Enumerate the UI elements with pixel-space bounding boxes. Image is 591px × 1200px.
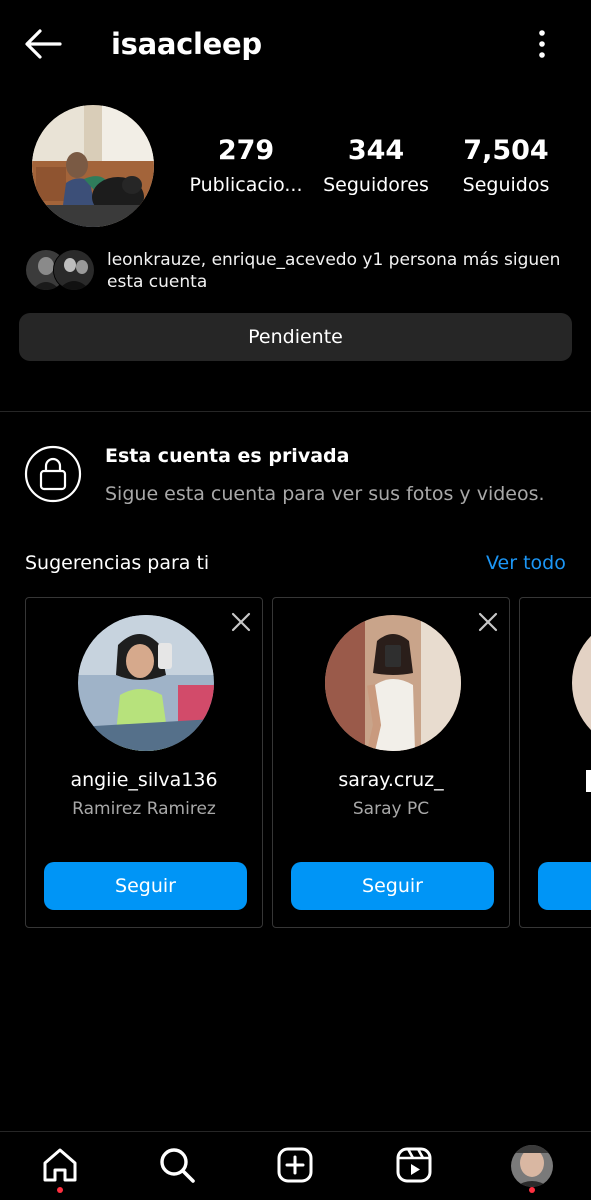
create-post-icon[interactable] xyxy=(275,1145,315,1185)
suggestion-username-partial xyxy=(586,770,591,792)
posts-count: 279 xyxy=(217,135,275,166)
posts-label: Publicacio... xyxy=(189,174,303,196)
lock-icon xyxy=(24,445,82,503)
dismiss-suggestion-icon[interactable] xyxy=(474,608,502,636)
mutual-followers-avatars[interactable] xyxy=(25,249,97,291)
suggestion-fullname: Ramirez Ramirez xyxy=(72,799,216,819)
following-label: Seguidos xyxy=(462,174,550,196)
suggestion-avatar[interactable] xyxy=(572,615,591,751)
profile-avatar[interactable] xyxy=(32,105,154,227)
follow-button[interactable]: Seguir xyxy=(44,862,247,910)
home-notification-dot xyxy=(57,1187,63,1193)
profile-tab-avatar[interactable] xyxy=(511,1145,553,1187)
followers-stat[interactable]: 344 Seguidores xyxy=(316,132,436,200)
following-stat[interactable]: 7,504 Seguidos xyxy=(446,132,566,200)
following-count: 7,504 xyxy=(463,135,549,166)
suggestion-card[interactable]: angiie_silva136 Ramirez Ramirez Seguir xyxy=(25,597,263,928)
page-title: isaacleep xyxy=(111,27,262,61)
followers-count: 344 xyxy=(347,135,405,166)
followed-by-text[interactable]: leonkrauze, enrique_acevedo y1 persona m… xyxy=(107,249,567,293)
suggestion-avatar[interactable] xyxy=(325,615,461,751)
private-account-title: Esta cuenta es privada xyxy=(105,445,350,467)
back-arrow-icon[interactable] xyxy=(20,24,64,64)
suggestion-username[interactable]: angiie_silva136 xyxy=(26,766,262,794)
suggestion-avatar[interactable] xyxy=(78,615,214,751)
posts-stat[interactable]: 279 Publicacio... xyxy=(186,132,306,200)
mutual-avatar xyxy=(53,249,95,291)
pending-button[interactable]: Pendiente xyxy=(19,313,572,361)
private-account-subtitle: Sigue esta cuenta para ver sus fotos y v… xyxy=(105,483,545,505)
followers-label: Seguidores xyxy=(323,174,429,196)
more-options-icon[interactable] xyxy=(526,26,558,62)
section-divider xyxy=(0,411,591,412)
follow-button[interactable]: Seguir xyxy=(291,862,494,910)
reels-icon[interactable] xyxy=(394,1145,434,1185)
suggestion-card-partial[interactable] xyxy=(519,597,591,928)
see-all-link[interactable]: Ver todo xyxy=(486,549,566,577)
profile-notification-dot xyxy=(529,1187,535,1193)
home-icon[interactable] xyxy=(40,1145,80,1185)
dismiss-suggestion-icon[interactable] xyxy=(227,608,255,636)
search-icon[interactable] xyxy=(157,1145,197,1185)
follow-button[interactable] xyxy=(538,862,591,910)
bottom-nav-divider xyxy=(0,1131,591,1132)
suggestions-title: Sugerencias para ti xyxy=(25,552,210,574)
suggestion-username[interactable]: saray.cruz_ xyxy=(273,766,509,794)
suggestion-fullname: Saray PC xyxy=(352,799,430,819)
suggestion-card[interactable]: saray.cruz_ Saray PC Seguir xyxy=(272,597,510,928)
